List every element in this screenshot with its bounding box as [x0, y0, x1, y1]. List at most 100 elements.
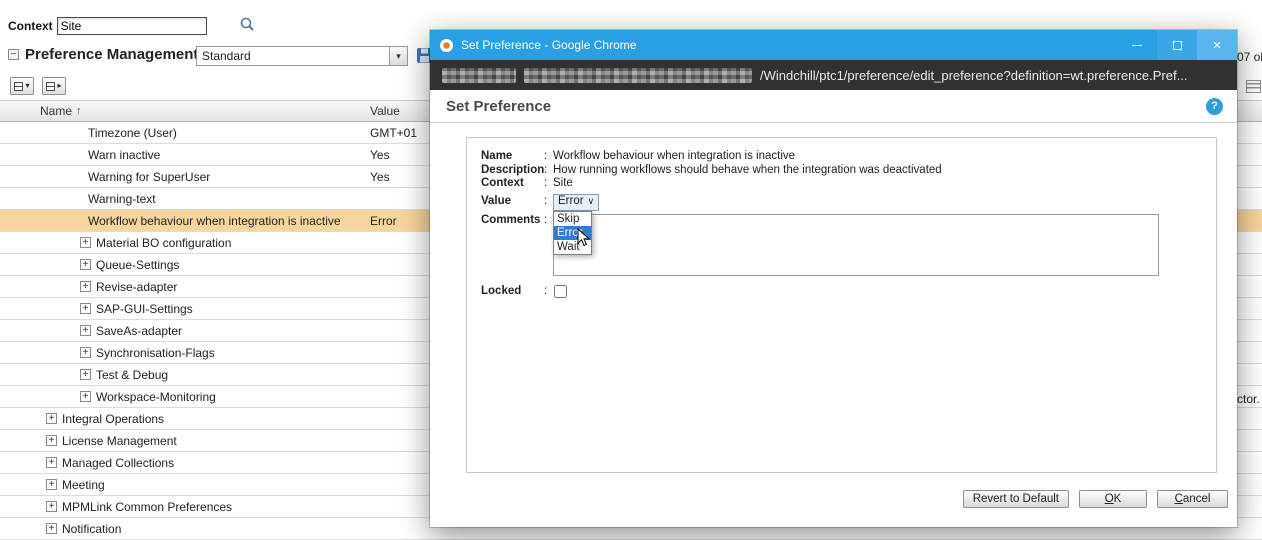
dropdown-option[interactable]: Skip: [554, 212, 591, 226]
colon-separator: [544, 164, 553, 178]
expand-icon[interactable]: +: [46, 479, 57, 490]
name-column-header[interactable]: Name ↑: [0, 104, 82, 118]
row-name: SAP-GUI-Settings: [96, 302, 193, 316]
row-value: Yes: [370, 148, 390, 162]
expand-icon[interactable]: +: [80, 325, 91, 336]
locked-row: Locked: [481, 285, 1216, 298]
expand-all-icon[interactable]: ▸: [42, 77, 66, 95]
chevron-down-icon[interactable]: ▾: [389, 47, 407, 65]
row-name: Managed Collections: [62, 456, 174, 470]
value-label: Value: [481, 195, 544, 209]
view-dropdown[interactable]: Standard ▾: [196, 46, 408, 66]
revert-to-default-button[interactable]: Revert to Default: [963, 490, 1069, 508]
expand-icon[interactable]: +: [80, 369, 91, 380]
row-value: GMT+01: [370, 126, 417, 140]
locked-checkbox[interactable]: [554, 285, 567, 298]
expand-icon[interactable]: +: [46, 501, 57, 512]
favicon-icon: [440, 39, 453, 52]
row-name: SaveAs-adapter: [96, 324, 182, 338]
row-name: Revise-adapter: [96, 280, 177, 294]
expand-icon[interactable]: +: [80, 259, 91, 270]
cancel-button[interactable]: Cancel: [1157, 490, 1228, 508]
sort-ascending-icon: ↑: [76, 105, 82, 117]
expand-icon[interactable]: +: [46, 435, 57, 446]
locked-label: Locked: [481, 285, 544, 297]
minimize-button[interactable]: [1117, 30, 1157, 60]
help-icon[interactable]: ?: [1206, 98, 1223, 115]
value-row: Value Error ∨: [481, 194, 1216, 211]
expand-icon[interactable]: +: [46, 457, 57, 468]
description-row: Description How running workflows should…: [481, 164, 1216, 178]
context-row: Context Site: [481, 177, 1216, 191]
row-name: Warn inactive: [88, 148, 160, 162]
dialog-header: Set Preference ?: [430, 90, 1237, 123]
row-name: Notification: [62, 522, 121, 536]
colon-separator: [544, 285, 553, 297]
expand-icon[interactable]: +: [80, 391, 91, 402]
context-label: Context: [481, 177, 544, 191]
dialog-content: Set Preference ? Name Workflow behaviour…: [430, 90, 1237, 527]
row-name: Timezone (User): [88, 126, 177, 140]
maximize-icon: [1173, 41, 1182, 50]
search-icon[interactable]: [239, 16, 255, 35]
row-name: Workspace-Monitoring: [96, 390, 216, 404]
comments-textarea[interactable]: [553, 214, 1159, 276]
window-titlebar[interactable]: Set Preference - Google Chrome ×: [430, 30, 1237, 60]
redacted-url-segment: [442, 68, 516, 83]
name-row: Name Workflow behaviour when integration…: [481, 150, 1216, 164]
expand-icon[interactable]: +: [46, 523, 57, 534]
object-count-fragment: 07 ob: [1237, 50, 1262, 64]
row-value: Error: [370, 214, 397, 228]
expand-icon[interactable]: +: [80, 237, 91, 248]
clipped-text-fragment: ctor.: [1237, 392, 1260, 406]
name-label: Name: [481, 150, 544, 164]
expand-icon[interactable]: +: [80, 347, 91, 358]
colon-separator: [544, 195, 553, 209]
value-column-header[interactable]: Value: [370, 104, 400, 118]
expand-icon[interactable]: +: [80, 281, 91, 292]
row-value: Yes: [370, 170, 390, 184]
dialog-title: Set Preference: [446, 98, 1206, 115]
row-name: Synchronisation-Flags: [96, 346, 215, 360]
collapse-all-icon[interactable]: ▾: [10, 77, 34, 95]
minimize-icon: [1132, 45, 1142, 46]
table-toolbar: ▾ ▸: [10, 77, 66, 95]
arrow-right-glyph: ▸: [57, 82, 61, 90]
grid-glyph: [46, 82, 55, 91]
row-name: Meeting: [62, 478, 105, 492]
expand-icon[interactable]: +: [80, 303, 91, 314]
list-view-icon[interactable]: [1246, 80, 1261, 93]
value-select-text: Error: [558, 195, 584, 209]
chevron-down-icon: ∨: [588, 195, 595, 209]
row-name: Warning for SuperUser: [88, 170, 210, 184]
description-label: Description: [481, 164, 544, 178]
close-button[interactable]: ×: [1197, 30, 1237, 60]
colon-separator: [544, 150, 553, 164]
row-name: Material BO configuration: [96, 236, 231, 250]
colon-separator: [544, 214, 553, 276]
ok-button[interactable]: OK: [1079, 490, 1147, 508]
expand-icon[interactable]: +: [46, 413, 57, 424]
context-value: Site: [553, 177, 573, 191]
view-dropdown-value: Standard: [197, 49, 389, 63]
maximize-button[interactable]: [1157, 30, 1197, 60]
name-value: Workflow behaviour when integration is i…: [553, 150, 795, 164]
grid-glyph: [14, 82, 23, 91]
row-name: Test & Debug: [96, 368, 168, 382]
screen: Context − Preference Management Standard…: [0, 0, 1262, 540]
context-input[interactable]: [57, 17, 207, 35]
preference-management-header: − Preference Management Standard ▾: [8, 46, 198, 63]
collapse-icon[interactable]: −: [8, 49, 19, 60]
colon-separator: [544, 177, 553, 191]
value-select[interactable]: Error ∨: [553, 194, 599, 211]
name-header-label: Name: [40, 104, 72, 118]
address-bar[interactable]: /Windchill/ptc1/preference/edit_preferen…: [430, 60, 1237, 90]
row-name: MPMLink Common Preferences: [62, 500, 232, 514]
arrow-down-glyph: ▾: [25, 82, 29, 90]
mouse-cursor: [577, 228, 591, 251]
row-name: Warning-text: [88, 192, 156, 206]
description-value: How running workflows should behave when…: [553, 164, 942, 178]
set-preference-window: Set Preference - Google Chrome × /Windch…: [430, 30, 1237, 527]
row-name: Integral Operations: [62, 412, 164, 426]
row-name: Queue-Settings: [96, 258, 179, 272]
